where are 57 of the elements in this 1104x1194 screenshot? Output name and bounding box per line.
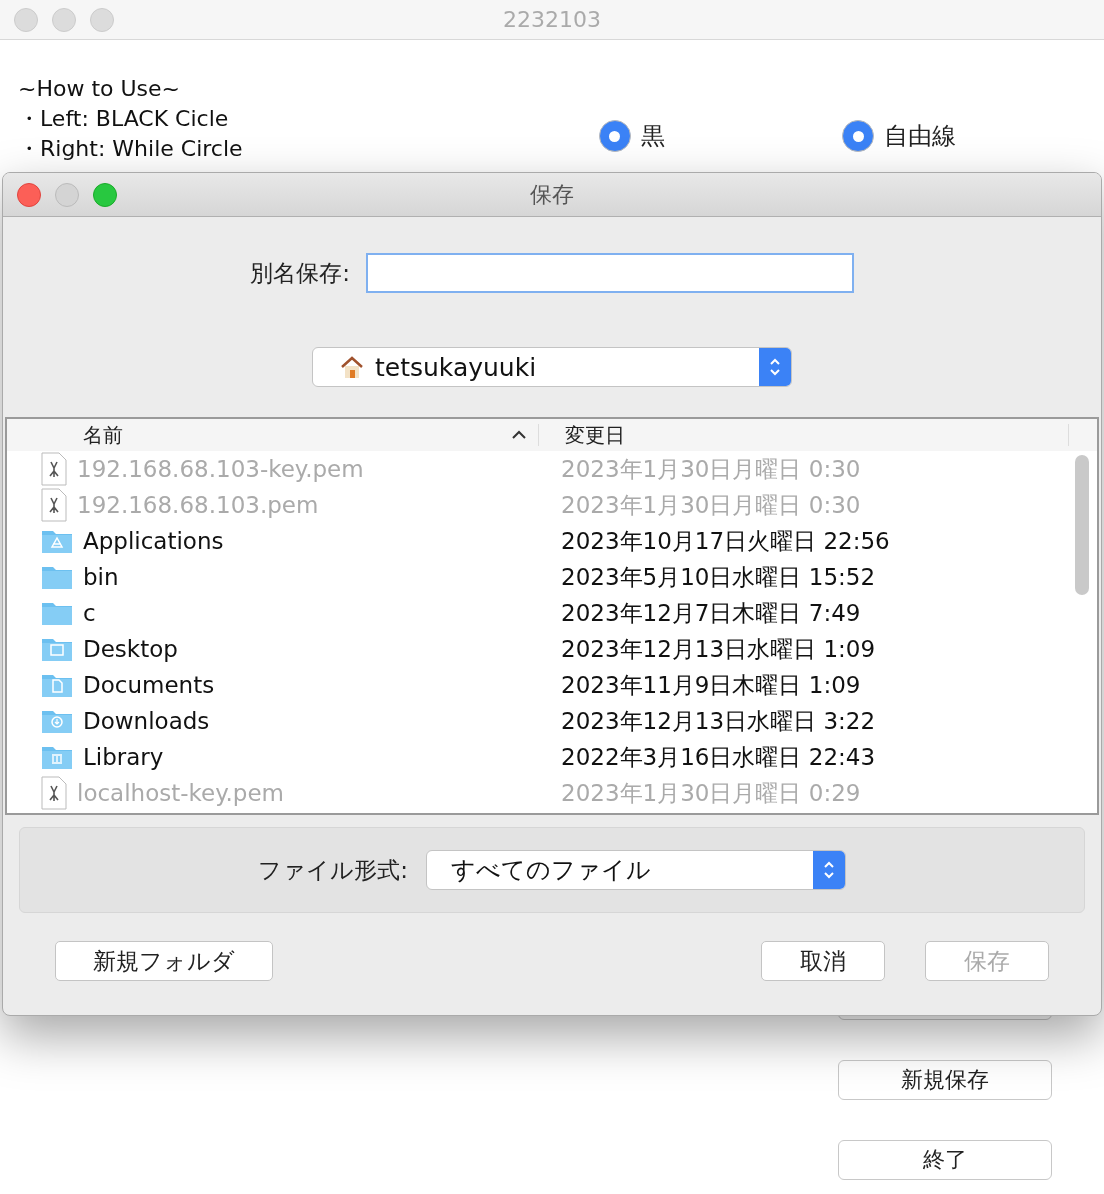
modified-date: 2023年1月30日月曜日 0:30 [561, 491, 861, 518]
modified-date: 2023年1月30日月曜日 0:30 [561, 455, 861, 482]
location-dropdown[interactable]: tetsukayuuki [312, 347, 792, 387]
dialog-title: 保存 [530, 180, 574, 209]
column-header[interactable]: 名前 [7, 424, 539, 446]
radio-label: 自由線 [884, 121, 957, 152]
instruction-text: ~How to Use~ [18, 75, 182, 103]
zoom-button[interactable] [90, 7, 114, 32]
folder-icon [41, 600, 73, 626]
modified-date: 2023年12月7日木曜日 7:49 [561, 599, 861, 626]
file-name: 192.168.68.103-key.pem [77, 456, 364, 482]
folder-icon [41, 708, 73, 734]
modified-date: 2023年11月9日木曜日 1:09 [561, 671, 861, 698]
minimize-button[interactable] [52, 7, 76, 32]
zoom-button[interactable] [93, 182, 117, 207]
file-name[interactable]: Downloads [83, 708, 210, 734]
file-name: localhost-key.pem [77, 780, 284, 806]
file-name[interactable]: Library [83, 744, 164, 770]
dialog-button[interactable]: 新規フォルダ [55, 941, 273, 981]
side-button[interactable]: 新規保存 [838, 1060, 1052, 1100]
modified-date: 2023年1月30日月曜日 0:29 [561, 779, 861, 806]
close-button[interactable] [14, 7, 38, 32]
save-as-label: 別名保存: [250, 258, 350, 288]
window-title: 2232103 [503, 7, 601, 32]
file-name[interactable]: bin [83, 564, 119, 590]
instruction-text: ・Right: While Circle [18, 135, 244, 163]
modified-date: 2022年3月16日水曜日 22:43 [561, 743, 876, 770]
side-button[interactable]: 終了 [838, 1140, 1052, 1180]
format-label: ファイル形式: [258, 855, 408, 885]
format-dropdown[interactable]: すべてのファイル [425, 850, 846, 890]
folder-icon [41, 744, 73, 770]
modified-date: 2023年5月10日水曜日 15:52 [561, 563, 876, 590]
column-header[interactable]: 変更日 [539, 424, 1069, 446]
dialog-button[interactable]: 取消 [761, 941, 885, 981]
folder-icon [41, 564, 73, 590]
folder-icon [41, 528, 73, 554]
modified-date: 2023年12月13日水曜日 1:09 [561, 635, 876, 662]
modified-date: 2023年10月17日火曜日 22:56 [561, 527, 890, 554]
file-name[interactable]: Applications [83, 528, 224, 554]
radio-option[interactable]: 自由線 [842, 108, 1086, 164]
filename-field[interactable] [365, 253, 854, 293]
file-name: 192.168.68.103.pem [77, 492, 319, 518]
house-icon [339, 354, 365, 380]
certificate-file-icon [41, 776, 67, 810]
certificate-file-icon [41, 488, 67, 522]
radio-label: 黒 [640, 121, 665, 152]
folder-icon [41, 636, 73, 662]
file-name[interactable]: Desktop [83, 636, 178, 662]
close-button[interactable] [17, 182, 41, 207]
scrollbar-thumb[interactable] [1075, 455, 1089, 595]
file-name[interactable]: Documents [83, 672, 215, 698]
modified-date: 2023年12月13日水曜日 3:22 [561, 707, 876, 734]
file-name[interactable]: c [83, 600, 96, 626]
minimize-button[interactable] [55, 182, 79, 207]
instruction-text: ・Left: BLACK Cicle [18, 105, 230, 133]
folder-icon [41, 672, 73, 698]
radio-option[interactable]: 黒 [598, 108, 843, 164]
